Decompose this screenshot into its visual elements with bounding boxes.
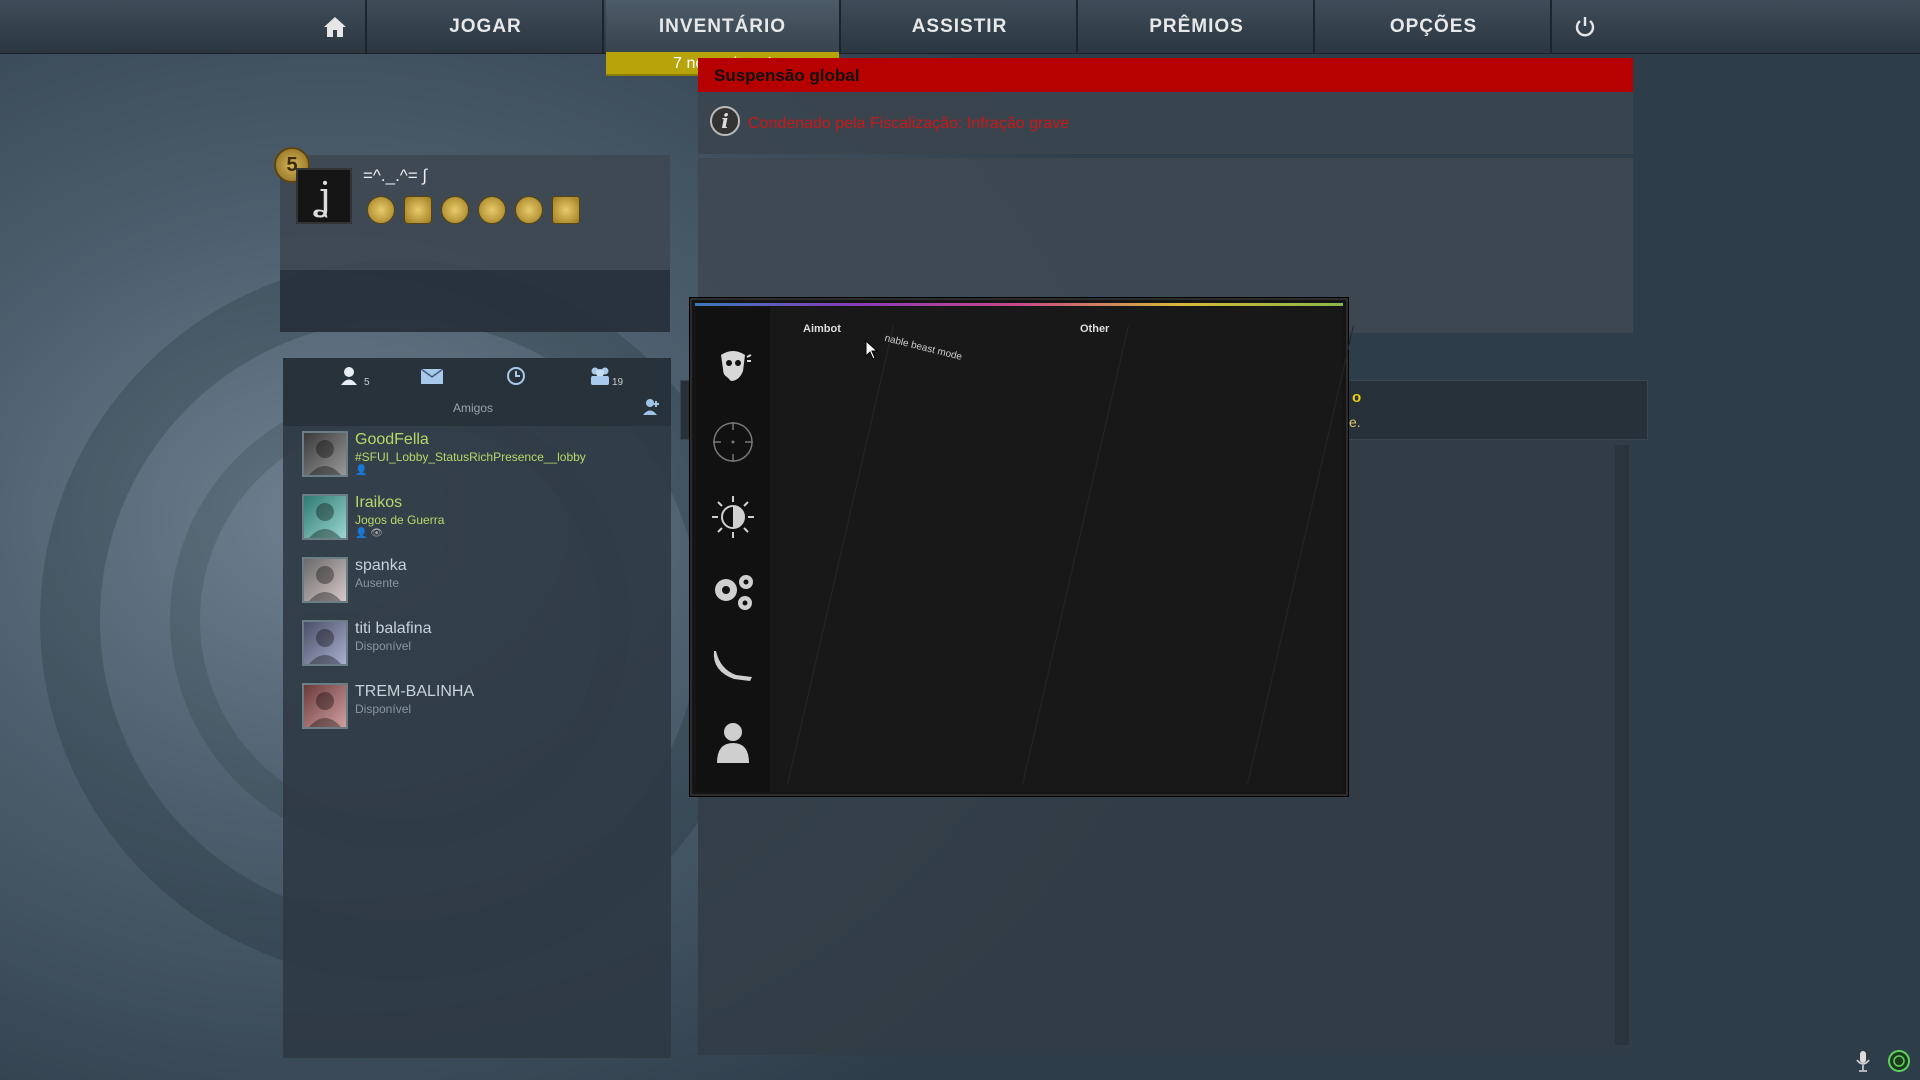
friends-icon: [341, 367, 357, 385]
friends-section-label: Amigos: [453, 401, 494, 415]
list-item[interactable]: GoodFella #SFUI_Lobby_StatusRichPresence_…: [302, 431, 662, 487]
ban-title: Suspensão global: [714, 66, 860, 85]
friend-status: Ausente: [355, 576, 400, 590]
friends-tab[interactable]: [340, 366, 358, 391]
overlay-sidebar: [696, 307, 770, 792]
skull-mask-icon: [721, 351, 752, 381]
friend-presence-icons: 👤: [355, 465, 368, 476]
shield-medal-icon[interactable]: [404, 196, 432, 224]
brightness-icon: [712, 496, 754, 538]
friend-avatar[interactable]: [302, 557, 348, 603]
nav-premios[interactable]: PRÊMIOS: [1080, 0, 1315, 54]
knife-tab[interactable]: [696, 637, 770, 697]
person-avatar-icon: [309, 566, 341, 601]
friend-name: titi balafina: [355, 620, 432, 637]
mouse-cursor-icon: [865, 340, 879, 360]
list-item[interactable]: Iraikos Jogos de Guerra 👤 👁: [302, 494, 662, 550]
skull-mask-tab[interactable]: [696, 337, 770, 397]
nav-jogar[interactable]: JOGAR: [369, 0, 604, 54]
overlay-accent-bar: [695, 303, 1343, 306]
history-icon: [507, 367, 525, 385]
info-icon: i: [710, 106, 740, 136]
top-nav-bar: JOGAR INVENTÁRIO ASSISTIR PRÊMIOS OPÇÕES: [0, 0, 1920, 54]
profile-panel-lower: [280, 270, 670, 332]
gears-tab[interactable]: [696, 562, 770, 622]
person-avatar-icon: [309, 629, 341, 664]
avatar[interactable]: ʝ: [296, 168, 352, 224]
ban-message-panel: i Condenado pela Fiscalização: Infração …: [698, 92, 1633, 154]
coin-medal-icon[interactable]: [441, 196, 469, 224]
microphone-button[interactable]: [1856, 1050, 1870, 1077]
friend-status: Jogos de Guerra: [355, 513, 445, 527]
friend-avatar[interactable]: [302, 683, 348, 729]
player-name: =^._.^= ∫: [363, 166, 428, 185]
nav-inventario[interactable]: INVENTÁRIO: [606, 0, 841, 54]
friend-avatar[interactable]: [302, 431, 348, 477]
ban-message: Condenado pela Fiscalização: Infração gr…: [748, 115, 1070, 132]
groups-tab[interactable]: [589, 366, 611, 391]
add-friend-button[interactable]: [642, 398, 660, 421]
crosshair-icon: [713, 422, 753, 462]
person-avatar-icon: [309, 692, 341, 727]
brightness-tab[interactable]: [696, 487, 770, 547]
person-avatar-icon: [309, 440, 341, 475]
friends-count: 5: [364, 377, 370, 388]
star-medal-icon[interactable]: [478, 196, 506, 224]
power-icon: [1575, 17, 1595, 37]
list-item[interactable]: TREM-BALINHA Disponível: [302, 683, 662, 739]
list-item[interactable]: titi balafina Disponível: [302, 620, 662, 676]
person-avatar-icon: [309, 503, 341, 538]
status-button[interactable]: [1888, 1050, 1910, 1077]
mail-tab[interactable]: [420, 368, 444, 389]
knife-icon: [713, 651, 752, 681]
crosshair-tab[interactable]: [696, 412, 770, 472]
nav-opcoes[interactable]: OPÇÕES: [1317, 0, 1552, 54]
power-button[interactable]: [1554, 0, 1616, 54]
notification-line-2: e.: [1349, 414, 1361, 430]
mail-icon: [420, 368, 444, 384]
friend-presence-icons: 👤 👁: [355, 528, 383, 539]
gears-icon: [715, 575, 753, 610]
groups-icon: [591, 367, 609, 385]
friend-avatar[interactable]: [302, 494, 348, 540]
friend-name: spanka: [355, 557, 407, 574]
friend-name: GoodFella: [355, 431, 429, 448]
map-medal-icon[interactable]: [552, 196, 580, 224]
nav-assistir[interactable]: ASSISTIR: [843, 0, 1078, 54]
tab-other[interactable]: Other: [1080, 323, 1109, 335]
ban-title-bar: Suspensão global: [698, 58, 1633, 92]
player-tab[interactable]: [696, 712, 770, 772]
friend-avatar[interactable]: [302, 620, 348, 666]
overlay-content: [770, 307, 1342, 792]
leaf-medal-icon[interactable]: [515, 196, 543, 224]
add-friend-icon: [643, 399, 659, 415]
scrollbar[interactable]: [1615, 445, 1629, 1045]
status-indicator-icon: [1888, 1050, 1910, 1072]
home-button[interactable]: [305, 0, 367, 54]
microphone-icon: [1856, 1051, 1870, 1072]
friend-status: Disponível: [355, 702, 412, 716]
history-tab[interactable]: [506, 366, 526, 391]
notification-line-1: o: [1352, 389, 1362, 406]
tab-aimbot[interactable]: Aimbot: [803, 323, 841, 335]
friend-status: Disponível: [355, 639, 412, 653]
service-medal-icon[interactable]: [367, 196, 395, 224]
friend-status: #SFUI_Lobby_StatusRichPresence__lobby: [355, 450, 586, 464]
player-icon: [717, 723, 749, 763]
list-item[interactable]: spanka Ausente: [302, 557, 662, 613]
friend-name: TREM-BALINHA: [355, 683, 475, 700]
groups-count: 19: [612, 377, 624, 388]
home-icon: [324, 17, 346, 37]
friend-name: Iraikos: [355, 494, 403, 511]
